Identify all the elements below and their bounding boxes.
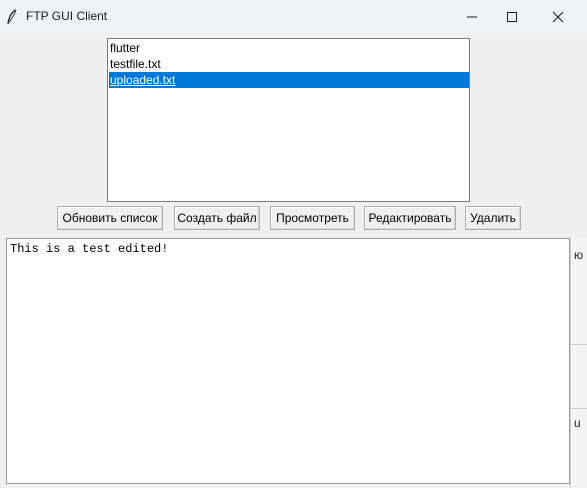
list-item-selected[interactable]: uploaded.txt <box>109 72 469 88</box>
window-title: FTP GUI Client <box>26 9 108 23</box>
maximize-icon <box>507 12 517 22</box>
edit-button[interactable]: Редактировать <box>364 206 456 230</box>
background-text: ю <box>574 248 583 262</box>
delete-button[interactable]: Удалить <box>465 206 521 230</box>
close-icon <box>552 11 564 23</box>
close-button[interactable] <box>535 0 581 34</box>
create-file-button[interactable]: Создать файл <box>174 206 260 230</box>
maximize-button[interactable] <box>489 0 535 34</box>
view-button[interactable]: Просмотреть <box>270 206 355 230</box>
divider <box>571 344 587 345</box>
list-item[interactable]: flutter <box>109 40 469 56</box>
app-window: FTP GUI Client flutter testfile.txt uplo… <box>0 0 587 488</box>
refresh-list-button[interactable]: Обновить список <box>57 206 163 230</box>
minimize-icon <box>467 16 477 18</box>
background-window-strip: ю u <box>570 238 587 488</box>
file-content-editor[interactable]: This is a test edited! <box>6 238 570 484</box>
title-bar[interactable]: FTP GUI Client <box>0 0 587 34</box>
file-listbox[interactable]: flutter testfile.txt uploaded.txt <box>107 38 470 202</box>
divider <box>571 408 587 409</box>
background-text: u <box>574 416 581 430</box>
list-item[interactable]: testfile.txt <box>109 56 469 72</box>
feather-icon <box>7 9 17 25</box>
